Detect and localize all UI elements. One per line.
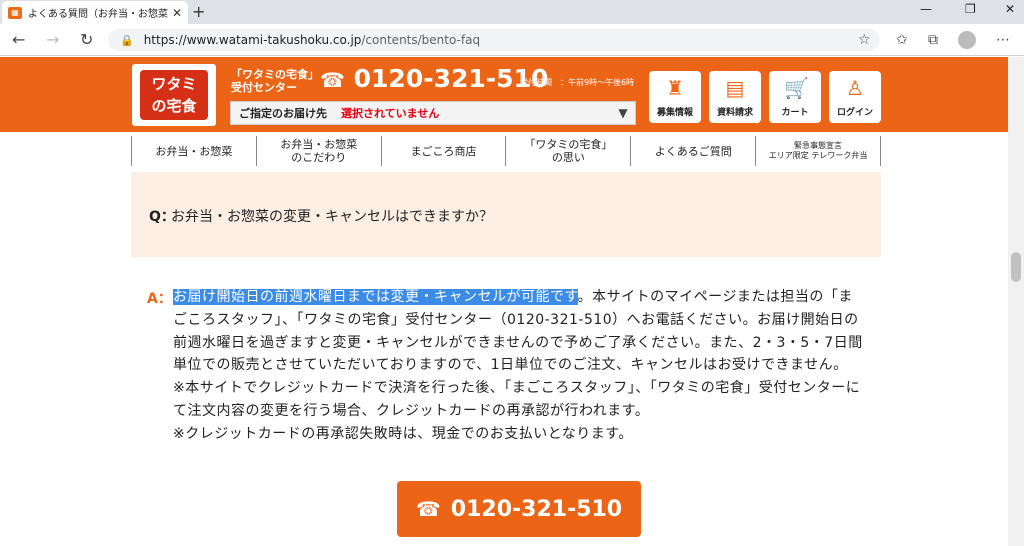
chevron-down-icon: ▼ <box>618 106 628 120</box>
logo-mark: ワタミ の宅食 <box>140 70 208 120</box>
new-tab-icon[interactable]: + <box>192 2 205 21</box>
nav-item-philosophy[interactable]: 「ワタミの宅食」 の思い <box>505 136 630 166</box>
brochure-button[interactable]: ▤ 資料請求 <box>709 71 761 123</box>
browser-tab-bar: ▦ よくある質問（お弁当・お惣菜）| ワ ✕ + — ❐ ✕ <box>0 0 1024 24</box>
browser-tab[interactable]: ▦ よくある質問（お弁当・お惣菜）| ワ ✕ <box>2 1 188 24</box>
delivery-address-select[interactable]: ご指定のお届け先 選択されていません ▼ <box>230 101 636 125</box>
delivery-value: 選択されていません <box>341 107 440 120</box>
cart-icon: 🛒 <box>784 76 809 100</box>
header-phone[interactable]: ☎ 0120-321-510 <box>320 64 548 93</box>
faq-question-box: Q： お弁当・お惣菜の変更・キャンセルはできますか？ <box>131 172 881 257</box>
collections-icon[interactable]: ⧉ <box>928 32 938 48</box>
back-icon[interactable]: ← <box>12 30 25 49</box>
refresh-icon[interactable]: ↻ <box>80 30 93 49</box>
profile-avatar[interactable] <box>958 31 976 49</box>
login-button[interactable]: ♙ ログイン <box>829 71 881 123</box>
delivery-label: ご指定のお届け先 <box>239 107 327 120</box>
global-nav: お弁当・お惣菜 お弁当・お惣菜 のこだわり まごころ商店 「ワタミの宅食」 の思い … <box>131 136 881 166</box>
address-toolbar: ← → ↻ 🔒 https://www.watami-takushoku.co.… <box>0 24 1024 56</box>
call-center-label: 「ワタミの宅食」 受付センター <box>231 68 319 94</box>
answer-note-1: ※本サイトでクレジットカードで決済を行った後、「まごころスタッフ」、「ワタミの宅… <box>173 380 861 419</box>
favorite-star-icon[interactable]: ☆ <box>858 32 871 48</box>
recruit-button[interactable]: ♜ 募集情報 <box>649 71 701 123</box>
site-favicon-icon: ▦ <box>8 6 22 19</box>
cart-button[interactable]: 🛒 カート <box>769 71 821 123</box>
answer-highlight: お届け開始日の前週水曜日までは変更・キャンセルが可能です <box>173 289 578 305</box>
answer-text: お届け開始日の前週水曜日までは変更・キャンセルが可能です。本サイトのマイページま… <box>173 286 863 446</box>
forward-icon[interactable]: → <box>46 30 59 49</box>
person-apron-icon: ♜ <box>666 76 684 100</box>
close-tab-icon[interactable]: ✕ <box>172 6 182 20</box>
person-icon: ♙ <box>846 76 864 100</box>
phone-icon: ☎ <box>415 497 441 521</box>
nav-item-magokoro-shop[interactable]: まごころ商店 <box>380 136 506 166</box>
minimize-icon[interactable]: — <box>920 2 932 16</box>
answer-note-2: ※クレジットカードの再承認失敗時は、現金でのお支払いとなります。 <box>173 425 633 442</box>
more-menu-icon[interactable]: ⋯ <box>996 32 1010 48</box>
scrollbar-thumb[interactable] <box>1011 252 1021 282</box>
tab-title: よくある質問（お弁当・お惣菜）| ワ <box>28 9 168 20</box>
url-text: https://www.watami-takushoku.co.jp/conte… <box>143 33 481 47</box>
phone-icon: ☎ <box>320 68 345 92</box>
question-text: お弁当・お惣菜の変更・キャンセルはできますか？ <box>171 209 493 225</box>
nav-item-bento[interactable]: お弁当・お惣菜 <box>131 136 256 166</box>
phone-call-button[interactable]: ☎ 0120-321-510 <box>397 481 641 537</box>
nav-item-commitment[interactable]: お弁当・お惣菜 のこだわり <box>255 136 381 166</box>
business-hours: 受付時間 ：午前9時～午後6時 <box>520 78 635 87</box>
url-bar[interactable]: 🔒 https://www.watami-takushoku.co.jp/con… <box>108 29 880 51</box>
favorites-list-icon[interactable]: ✩ <box>896 32 908 48</box>
nav-item-telework-bento[interactable]: 緊急事態宣言 エリア限定 テレワーク弁当 <box>755 136 881 166</box>
lock-icon: 🔒 <box>120 33 134 47</box>
site-logo[interactable]: ワタミ の宅食 <box>132 64 216 126</box>
document-icon: ▤ <box>725 76 745 100</box>
answer-mark-label: A： <box>147 291 172 307</box>
maximize-icon[interactable]: ❐ <box>965 2 976 16</box>
nav-item-faq[interactable]: よくあるご質問 <box>630 136 755 166</box>
close-window-icon[interactable]: ✕ <box>1005 2 1015 16</box>
page-scrollbar[interactable] <box>1008 57 1024 546</box>
